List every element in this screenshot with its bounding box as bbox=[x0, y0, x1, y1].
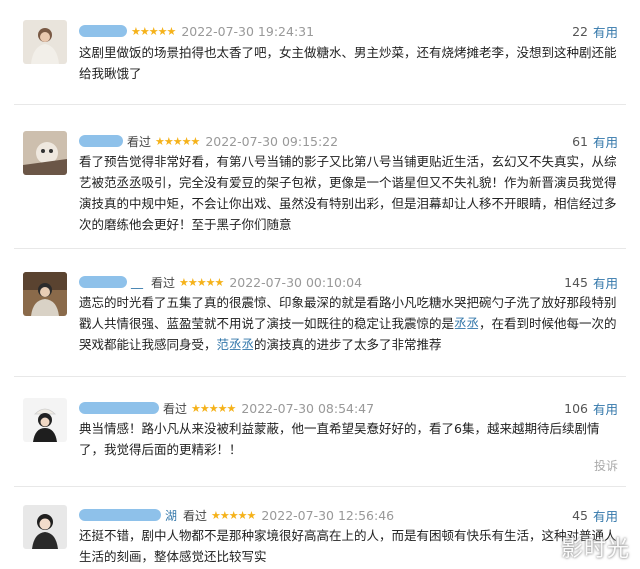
useful-count: 45 bbox=[572, 507, 588, 523]
useful-vote: 145 有用 bbox=[564, 272, 618, 292]
review-text: 典当情感！路小凡从来没被利益蒙蔽，他一直希望吴憃好好的，看了6集，越来越期待后续… bbox=[79, 421, 600, 457]
review-meta: 湖 看过 ★★★★★ 2022-07-30 12:56:46 bbox=[79, 505, 394, 525]
useful-count: 22 bbox=[572, 23, 588, 39]
review-text: 遗忘的时光看了五集了真的很震惊、印象最深的就是看路小凡吃糖水哭把碗勺子洗了放好那… bbox=[79, 292, 621, 355]
useful-vote: 61 有用 bbox=[572, 131, 618, 151]
review-meta: __ 看过 ★★★★★ 2022-07-30 00:10:04 bbox=[79, 272, 362, 292]
useful-vote: 22 有用 bbox=[572, 21, 618, 41]
rating-stars: ★★★★★ bbox=[155, 134, 200, 148]
rating-stars: ★★★★★ bbox=[131, 24, 176, 38]
useful-count: 61 bbox=[572, 133, 588, 149]
review-meta: 看过 ★★★★★ 2022-07-30 08:54:47 bbox=[79, 398, 374, 418]
watched-label: 看过 bbox=[183, 508, 208, 523]
useful-button[interactable]: 有用 bbox=[593, 22, 618, 41]
useful-vote: 106 有用 bbox=[564, 398, 618, 418]
avatar[interactable] bbox=[23, 505, 67, 549]
avatar[interactable] bbox=[23, 272, 67, 316]
divider bbox=[14, 376, 626, 377]
username-blurred[interactable] bbox=[79, 135, 123, 147]
username-blurred[interactable] bbox=[79, 509, 161, 521]
divider bbox=[14, 248, 626, 249]
review-date: 2022-07-30 00:10:04 bbox=[229, 274, 363, 290]
username-blurred[interactable] bbox=[79, 402, 159, 414]
useful-count: 106 bbox=[564, 400, 588, 416]
watched-label: 看过 bbox=[151, 275, 176, 290]
username-blurred[interactable] bbox=[79, 25, 127, 37]
useful-count: 145 bbox=[564, 274, 588, 290]
username-suffix[interactable]: 湖 bbox=[165, 507, 177, 524]
avatar[interactable] bbox=[23, 398, 67, 442]
report-button[interactable]: 投诉 bbox=[594, 457, 618, 474]
useful-button[interactable]: 有用 bbox=[593, 273, 618, 292]
username-blurred[interactable] bbox=[79, 276, 127, 288]
useful-button[interactable]: 有用 bbox=[593, 506, 618, 525]
review-text: 还挺不错，剧中人物都不是那种家境很好高高在上的人，而是有困顿有快乐有生活，这种对… bbox=[79, 528, 617, 564]
useful-button[interactable]: 有用 bbox=[593, 132, 618, 151]
rating-stars: ★★★★★ bbox=[191, 401, 236, 415]
rating-stars: ★★★★★ bbox=[211, 508, 256, 522]
username-suffix[interactable]: __ bbox=[131, 275, 143, 289]
review-meta: 看过 ★★★★★ 2022-07-30 09:15:22 bbox=[79, 131, 338, 151]
watched-label: 看过 bbox=[127, 134, 152, 149]
useful-button[interactable]: 有用 bbox=[593, 399, 618, 418]
review-text: 这剧里做饭的场景拍得也太香了吧，女主做糖水、男主炒菜，还有烧烤摊老李，没想到这种… bbox=[79, 45, 617, 81]
highlighted-name[interactable]: 丞丞 bbox=[454, 316, 479, 331]
review-date: 2022-07-30 19:24:31 bbox=[181, 23, 315, 39]
rating-stars: ★★★★★ bbox=[179, 275, 224, 289]
avatar[interactable] bbox=[23, 20, 67, 64]
highlighted-name[interactable]: 范丞丞 bbox=[217, 337, 255, 352]
review-text-part: 的演技真的进步了太多了非常推荐 bbox=[254, 337, 442, 352]
review-date: 2022-07-30 12:56:46 bbox=[261, 507, 395, 523]
review-date: 2022-07-30 09:15:22 bbox=[205, 133, 339, 149]
divider bbox=[14, 104, 626, 105]
watermark-logo: 影时光 bbox=[560, 537, 630, 562]
review-date: 2022-07-30 08:54:47 bbox=[241, 400, 375, 416]
useful-vote: 45 有用 bbox=[572, 505, 618, 525]
review-text: 看了预告觉得非常好看，有第八号当铺的影子又比第八号当铺更贴近生活，玄幻又不失真实… bbox=[79, 154, 617, 232]
divider bbox=[14, 486, 626, 487]
watched-label: 看过 bbox=[163, 401, 188, 416]
avatar[interactable] bbox=[23, 131, 67, 175]
review-meta: ★★★★★ 2022-07-30 19:24:31 bbox=[79, 21, 314, 41]
